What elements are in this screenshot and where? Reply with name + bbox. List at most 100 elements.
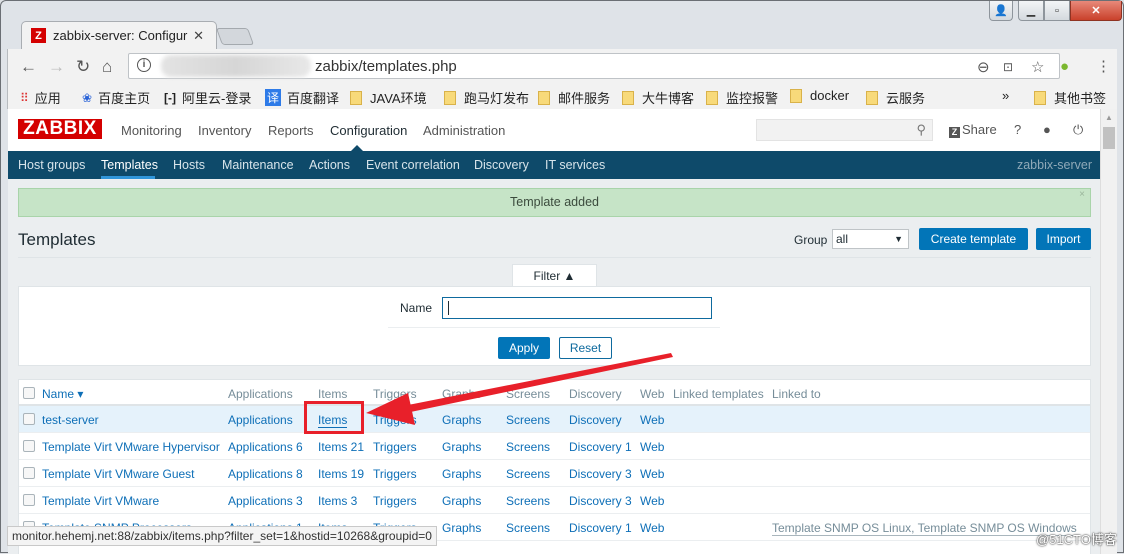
bookmark-apps[interactable]: ⠿ 应用 xyxy=(20,88,61,107)
row-checkbox[interactable] xyxy=(23,440,35,452)
web-link[interactable]: Web xyxy=(640,521,664,535)
page-scrollbar[interactable]: ▲ xyxy=(1100,109,1117,554)
bookmark-folder[interactable]: 大牛博客 xyxy=(622,88,694,107)
close-window-button[interactable]: ✕ xyxy=(1070,1,1122,21)
menu-administration[interactable]: Administration xyxy=(423,123,505,138)
bookmark-folder[interactable]: JAVA环境 xyxy=(350,88,427,107)
discovery-link[interactable]: Discovery 3 xyxy=(569,494,632,508)
screens-link[interactable]: Screens xyxy=(506,467,550,481)
zabbix-logo[interactable]: ZABBIX xyxy=(18,119,102,139)
header-name-sort[interactable]: Name ▾ xyxy=(42,387,83,401)
share-link[interactable]: Z Share xyxy=(949,122,997,138)
web-link[interactable]: Web xyxy=(640,440,664,454)
template-name-link[interactable]: Template Virt VMware xyxy=(42,494,159,508)
bookmark-folder[interactable]: 跑马灯发布 xyxy=(444,88,529,107)
browser-menu-icon[interactable]: ⋮ xyxy=(1096,57,1111,75)
applications-link[interactable]: Applications 6 xyxy=(228,440,303,454)
web-link[interactable]: Web xyxy=(640,413,664,427)
bookmark-folder[interactable]: 监控报警 xyxy=(706,88,778,107)
discovery-link[interactable]: Discovery 1 xyxy=(569,521,632,535)
graphs-link[interactable]: Graphs xyxy=(442,494,481,508)
select-all-checkbox[interactable] xyxy=(23,387,35,399)
bookmark-baidu-translate[interactable]: 译百度翻译 xyxy=(265,88,339,107)
bookmark-baidu[interactable]: ❀ 百度主页 xyxy=(82,88,150,107)
subnav-templates[interactable]: Templates xyxy=(101,158,158,172)
template-name-link[interactable]: Template Virt VMware Guest xyxy=(42,467,195,481)
reload-icon[interactable]: ↻ xyxy=(76,57,90,77)
zoom-icon[interactable]: ⊖ xyxy=(977,58,990,76)
menu-monitoring[interactable]: Monitoring xyxy=(121,123,182,138)
discovery-link[interactable]: Discovery 1 xyxy=(569,440,632,454)
screens-link[interactable]: Screens xyxy=(506,440,550,454)
items-link[interactable]: Items 3 xyxy=(318,494,357,508)
items-link[interactable]: Items 21 xyxy=(318,440,364,454)
reset-button[interactable]: Reset xyxy=(559,337,612,359)
discovery-link[interactable]: Discovery xyxy=(569,413,622,427)
close-tab-icon[interactable]: ✕ xyxy=(193,28,204,44)
triggers-link[interactable]: Triggers xyxy=(373,494,417,508)
address-bar[interactable]: i zabbix/templates.php ⊖ ⊡ ☆ xyxy=(128,53,1060,79)
graphs-link[interactable]: Graphs xyxy=(442,521,481,535)
template-name-link[interactable]: Template Virt VMware Hypervisor xyxy=(42,440,220,454)
applications-link[interactable]: Applications xyxy=(228,413,293,427)
bookmark-folder[interactable]: docker xyxy=(790,88,849,103)
subnav-discovery[interactable]: Discovery xyxy=(474,158,529,172)
items-link[interactable]: Items 19 xyxy=(318,467,364,481)
filter-toggle-tab[interactable]: Filter ▲ xyxy=(512,264,597,287)
subnav-actions[interactable]: Actions xyxy=(309,158,350,172)
filter-name-input[interactable] xyxy=(442,297,712,319)
bookmark-folder[interactable]: 云服务 xyxy=(866,88,925,107)
discovery-link[interactable]: Discovery 3 xyxy=(569,467,632,481)
menu-inventory[interactable]: Inventory xyxy=(198,123,251,138)
close-message-icon[interactable]: × xyxy=(1079,181,1085,208)
applications-link[interactable]: Applications 3 xyxy=(228,494,303,508)
row-checkbox[interactable] xyxy=(23,413,35,425)
applications-link[interactable]: Applications 8 xyxy=(228,467,303,481)
import-button[interactable]: Import xyxy=(1036,228,1091,250)
new-tab-button[interactable] xyxy=(215,28,255,45)
bookmark-star-icon[interactable]: ☆ xyxy=(1031,58,1044,76)
forward-icon[interactable]: → xyxy=(48,57,65,77)
subnav-it-services[interactable]: IT services xyxy=(545,158,605,172)
row-checkbox[interactable] xyxy=(23,494,35,506)
back-icon[interactable]: ← xyxy=(20,57,37,77)
subnav-event-correlation[interactable]: Event correlation xyxy=(366,158,460,172)
profile-button[interactable]: 👤 xyxy=(989,1,1013,21)
apply-button[interactable]: Apply xyxy=(498,337,550,359)
screens-link[interactable]: Screens xyxy=(506,494,550,508)
scroll-up-icon[interactable]: ▲ xyxy=(1105,113,1113,122)
triggers-link[interactable]: Triggers xyxy=(373,440,417,454)
screens-link[interactable]: Screens xyxy=(506,521,550,535)
graphs-link[interactable]: Graphs xyxy=(442,413,481,427)
global-search-input[interactable]: ⚲ xyxy=(756,119,933,141)
other-bookmarks[interactable]: 其他书签 xyxy=(1034,88,1106,107)
row-checkbox[interactable] xyxy=(23,467,35,479)
browser-tab[interactable]: Z zabbix-server: Configur ✕ xyxy=(21,21,217,49)
subnav-maintenance[interactable]: Maintenance xyxy=(222,158,294,172)
home-icon[interactable]: ⌂ xyxy=(102,57,112,77)
web-link[interactable]: Web xyxy=(640,467,664,481)
subnav-hosts[interactable]: Hosts xyxy=(173,158,205,172)
screens-link[interactable]: Screens xyxy=(506,413,550,427)
scrollbar-thumb[interactable] xyxy=(1103,127,1115,149)
graphs-link[interactable]: Graphs xyxy=(442,467,481,481)
subnav-host-groups[interactable]: Host groups xyxy=(18,158,85,172)
graphs-link[interactable]: Graphs xyxy=(442,440,481,454)
help-icon[interactable]: ? xyxy=(1014,122,1021,137)
maximize-button[interactable]: ▫ xyxy=(1044,1,1070,21)
minimize-button[interactable]: ▁ xyxy=(1018,1,1044,21)
bookmarks-overflow-button[interactable]: » xyxy=(1002,88,1009,103)
bookmark-aliyun[interactable]: [-] 阿里云-登录 xyxy=(164,88,251,107)
menu-configuration[interactable]: Configuration xyxy=(330,123,407,138)
triggers-link[interactable]: Triggers xyxy=(373,467,417,481)
triggers-link[interactable]: Triggers xyxy=(373,413,417,427)
linked-to-links[interactable]: Template SNMP OS Linux, Template SNMP OS… xyxy=(772,521,1077,536)
bookmark-folder[interactable]: 邮件服务 xyxy=(538,88,610,107)
template-name-link[interactable]: test-server xyxy=(42,413,99,427)
web-link[interactable]: Web xyxy=(640,494,664,508)
menu-reports[interactable]: Reports xyxy=(268,123,314,138)
user-profile-icon[interactable]: ● xyxy=(1043,122,1051,137)
search-icon[interactable]: ⚲ xyxy=(916,122,926,138)
group-select[interactable]: all ▼ xyxy=(832,229,909,249)
sign-out-icon[interactable]: ⏻ xyxy=(1073,122,1083,138)
